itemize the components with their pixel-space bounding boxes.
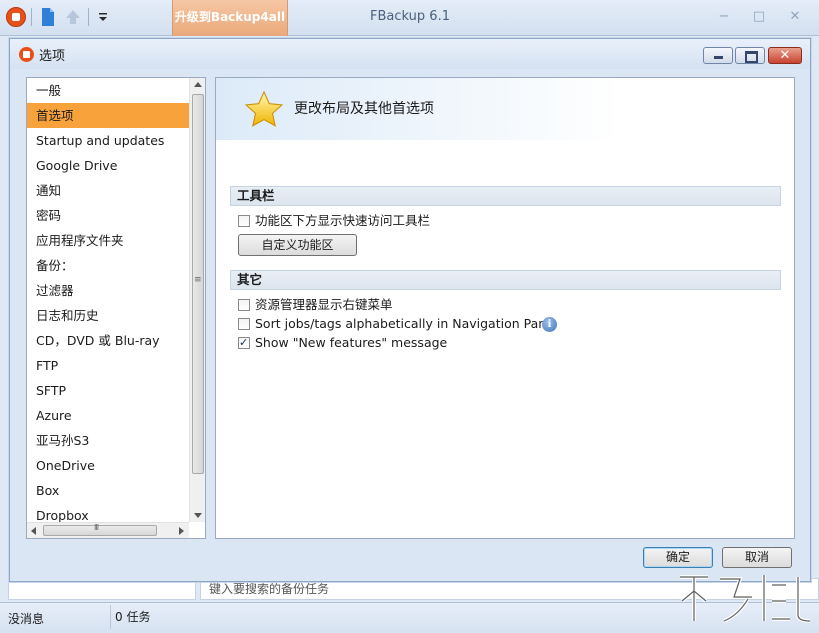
nav-item[interactable]: 密码: [27, 203, 189, 228]
app-title: FBackup 6.1: [370, 9, 450, 24]
status-message: 没消息: [8, 612, 45, 626]
checkbox-label: 功能区下方显示快速访问工具栏: [255, 213, 431, 228]
quick-access-separator: [31, 8, 32, 26]
dialog-maximize-button[interactable]: [735, 47, 765, 64]
scroll-down-arrow-icon[interactable]: [194, 513, 202, 518]
star-icon: [244, 90, 284, 127]
checkbox-box[interactable]: [238, 334, 250, 352]
nav-horizontal-scrollbar[interactable]: [27, 522, 189, 538]
dialog-app-icon: [19, 47, 34, 62]
nav-item[interactable]: 通知: [27, 178, 189, 203]
dialog-minimize-button[interactable]: [703, 47, 733, 64]
status-job-count: 0 任务: [110, 605, 150, 629]
nav-item[interactable]: 过滤器: [27, 278, 189, 303]
dialog-titlebar[interactable]: 选项 ✕: [10, 39, 810, 69]
preferences-header: 更改布局及其他首选项: [216, 78, 794, 140]
app-logo-icon[interactable]: [6, 7, 26, 27]
quick-access-separator: [88, 8, 89, 26]
site-watermark-logo: [680, 575, 811, 623]
nav-item[interactable]: Startup and updates: [27, 128, 189, 153]
checkbox-box[interactable]: [238, 215, 250, 227]
close-icon: ✕: [779, 48, 791, 63]
preferences-title: 更改布局及其他首选项: [294, 101, 434, 117]
scroll-left-arrow-icon[interactable]: [31, 527, 36, 535]
checkbox-box[interactable]: [238, 299, 250, 311]
app-titlebar: 升级到Backup4all FBackup 6.1 − □ ✕: [0, 0, 819, 36]
upgrade-tab[interactable]: 升级到Backup4all: [172, 0, 288, 36]
nav-item[interactable]: 日志和历史: [27, 303, 189, 328]
nav-item[interactable]: 备份：: [27, 253, 189, 278]
nav-item[interactable]: FTP: [27, 353, 189, 378]
info-icon[interactable]: i: [542, 317, 557, 332]
scroll-right-arrow-icon[interactable]: [179, 527, 184, 535]
options-dialog: 选项 ✕ 一般 首选项 Startup and updates Google Driv…: [9, 38, 811, 582]
customize-ribbon-button[interactable]: 自定义功能区: [238, 234, 357, 256]
nav-vertical-scroll-thumb[interactable]: [192, 94, 204, 474]
scroll-up-arrow-icon[interactable]: [194, 82, 202, 87]
app-close-button[interactable]: ✕: [787, 10, 803, 24]
customize-quick-access-dropdown-icon[interactable]: [93, 7, 107, 27]
options-nav-panel: 一般 首选项 Startup and updates Google Drive 通知 密码…: [26, 77, 206, 539]
nav-horizontal-scroll-thumb[interactable]: [43, 523, 157, 536]
checkbox-label: Sort jobs/tags alphabetically in Navigat…: [255, 316, 554, 331]
new-document-icon[interactable]: [38, 7, 58, 27]
other-section-header: 其它: [230, 270, 781, 290]
nav-item[interactable]: 首选项: [27, 103, 189, 128]
dialog-close-button[interactable]: ✕: [768, 47, 802, 64]
nav-item[interactable]: Azure: [27, 403, 189, 428]
checkbox-label: 资源管理器显示右键菜单: [255, 297, 393, 312]
checkbox-box[interactable]: [238, 318, 250, 330]
up-arrow-icon[interactable]: [63, 7, 83, 27]
nav-item[interactable]: Dropbox: [27, 503, 189, 522]
nav-item[interactable]: Box: [27, 478, 189, 503]
preferences-panel: 更改布局及其他首选项 工具栏 功能区下方显示快速访问工具栏 自定义功能区 其它 …: [215, 77, 795, 539]
nav-item[interactable]: 亚马孙S3: [27, 428, 189, 453]
nav-item[interactable]: 应用程序文件夹: [27, 228, 189, 253]
toolbar-section-header: 工具栏: [230, 186, 781, 206]
nav-item[interactable]: OneDrive: [27, 453, 189, 478]
nav-vertical-scrollbar[interactable]: [189, 78, 205, 522]
nav-item[interactable]: Google Drive: [27, 153, 189, 178]
app-minimize-button[interactable]: −: [716, 10, 732, 24]
options-nav-list: 一般 首选项 Startup and updates Google Drive 通知 密码…: [27, 78, 189, 522]
app-maximize-button[interactable]: □: [751, 10, 767, 24]
dialog-title: 选项: [39, 49, 66, 64]
nav-item[interactable]: SFTP: [27, 378, 189, 403]
nav-item[interactable]: CD，DVD 或 Blu-ray: [27, 328, 189, 353]
checkbox-label: Show "New features" message: [255, 335, 448, 350]
nav-item[interactable]: 一般: [27, 78, 189, 103]
